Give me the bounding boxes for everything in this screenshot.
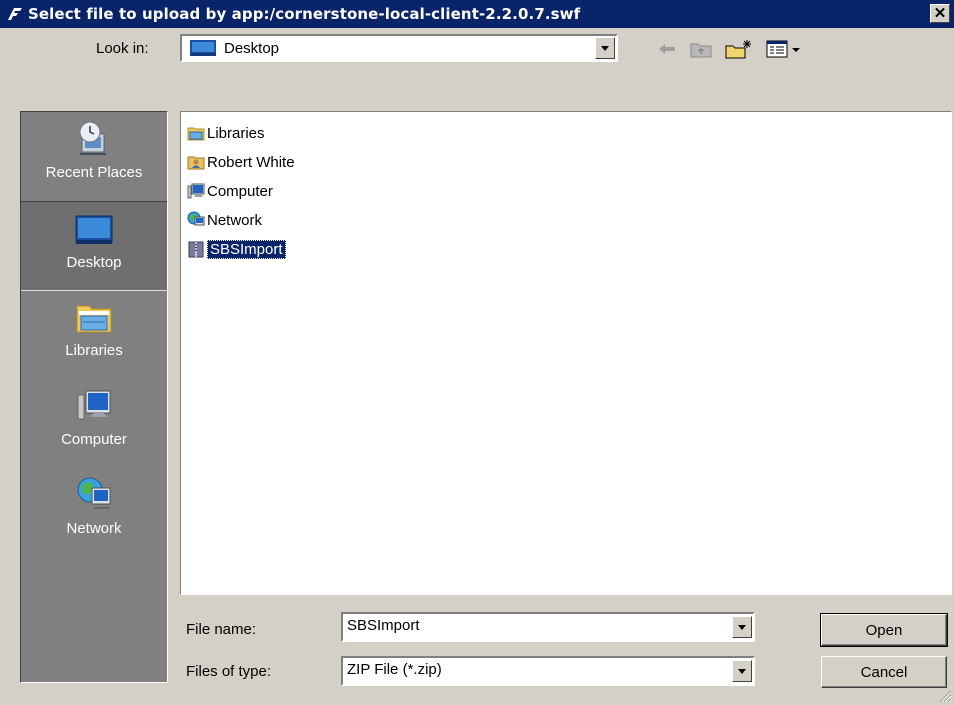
libraries-icon <box>187 127 205 141</box>
resize-grip-icon[interactable] <box>938 689 952 703</box>
close-icon: ✕ <box>933 5 947 22</box>
network-icon <box>77 477 111 509</box>
file-type-value: ZIP File (*.zip) <box>347 661 442 678</box>
recent-places-icon <box>79 121 106 155</box>
flash-icon <box>6 5 24 23</box>
file-type-dropdown-button[interactable] <box>732 660 752 682</box>
back-arrow-icon <box>659 44 675 54</box>
place-label: Computer <box>61 431 127 448</box>
open-button[interactable]: Open <box>820 613 948 647</box>
back-button[interactable] <box>654 38 680 60</box>
window-title: Select file to upload by app:/cornerston… <box>28 5 581 23</box>
file-name-label: File name: <box>186 621 257 638</box>
file-name-field[interactable]: SBSImport <box>341 612 755 642</box>
close-button[interactable]: ✕ <box>930 4 950 23</box>
list-item-robert-white[interactable]: Robert White <box>187 151 295 173</box>
network-icon <box>187 211 205 226</box>
place-libraries[interactable]: Libraries <box>21 290 167 378</box>
computer-icon <box>187 183 205 199</box>
place-desktop[interactable]: Desktop <box>21 201 167 291</box>
up-folder-button[interactable] <box>688 38 714 60</box>
up-folder-icon <box>690 43 712 58</box>
cancel-button[interactable]: Cancel <box>821 656 947 688</box>
places-bar: Recent Places Desktop Libraries Computer… <box>20 111 168 683</box>
file-name: Network <box>207 211 263 229</box>
chevron-down-icon <box>738 668 746 674</box>
desktop-icon <box>190 39 216 57</box>
file-name: Computer <box>207 182 273 200</box>
user-folder-icon <box>187 156 205 170</box>
file-name-dropdown-button[interactable] <box>732 616 752 638</box>
place-label: Desktop <box>66 254 122 271</box>
new-folder-icon <box>725 40 751 59</box>
computer-icon <box>77 390 111 420</box>
list-item-sbsimport[interactable]: SBSImport <box>187 238 286 260</box>
place-label: Network <box>66 520 122 537</box>
file-name: Robert White <box>207 153 295 171</box>
place-computer[interactable]: Computer <box>21 379 167 467</box>
file-name-value: SBSImport <box>347 617 420 634</box>
view-menu-icon <box>766 40 800 58</box>
file-type-label: Files of type: <box>186 663 272 680</box>
place-recent-places[interactable]: Recent Places <box>21 112 167 200</box>
view-menu-button[interactable] <box>764 38 804 60</box>
desktop-icon <box>75 215 113 244</box>
list-item-computer[interactable]: Computer <box>187 180 273 202</box>
chevron-down-icon <box>738 624 746 630</box>
libraries-icon <box>76 305 112 333</box>
look-in-label: Look in: <box>96 40 149 57</box>
list-item-libraries[interactable]: Libraries <box>187 122 265 144</box>
look-in-dropdown-button[interactable] <box>595 37 615 59</box>
place-label: Recent Places <box>45 164 143 181</box>
zip-folder-icon <box>188 241 204 258</box>
new-folder-button[interactable] <box>724 38 754 60</box>
place-network[interactable]: Network <box>21 468 167 556</box>
file-type-dropdown[interactable]: ZIP File (*.zip) <box>341 656 755 686</box>
file-name: Libraries <box>207 124 265 142</box>
title-bar: Select file to upload by app:/cornerston… <box>0 0 954 28</box>
place-label: Libraries <box>65 342 123 359</box>
look-in-dropdown[interactable]: Desktop <box>180 34 618 62</box>
chevron-down-icon <box>601 45 609 51</box>
file-list[interactable]: Libraries Robert White Computer Network … <box>180 111 952 595</box>
file-name: SBSImport <box>207 239 286 259</box>
look-in-value: Desktop <box>224 39 280 57</box>
list-item-network[interactable]: Network <box>187 209 262 231</box>
